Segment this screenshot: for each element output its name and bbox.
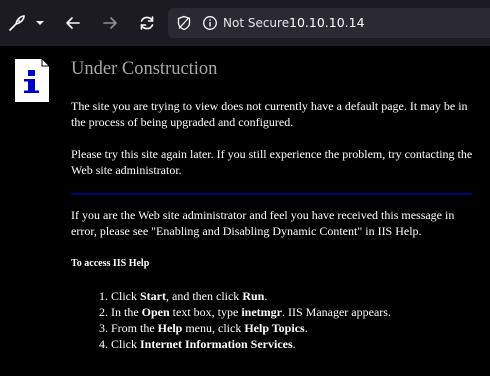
help-steps-list: 1. Click Start, and then click Run. 2. I… xyxy=(99,288,391,352)
url-text[interactable]: 10.10.10.14 xyxy=(289,15,365,31)
info-logo-icon xyxy=(14,58,50,103)
paragraph-try-again: Please try this site again later. If you… xyxy=(71,147,473,177)
back-icon[interactable] xyxy=(62,12,84,34)
dropdown-icon[interactable] xyxy=(30,12,50,34)
reload-icon[interactable] xyxy=(136,12,158,34)
list-item: 4. Click Internet Information Services. xyxy=(99,337,296,351)
list-item: 3. From the Help menu, click Help Topics… xyxy=(99,321,308,335)
list-item: 1. Click Start, and then click Run. xyxy=(99,289,268,303)
divider xyxy=(71,193,472,195)
browser-toolbar: Not Secure 10.10.10.14 xyxy=(0,0,490,46)
paragraph-no-default-page: The site you are trying to view does not… xyxy=(71,99,468,129)
address-bar[interactable]: Not Secure 10.10.10.14 xyxy=(168,8,490,38)
page-content: Under Construction The site you are tryi… xyxy=(0,46,490,376)
page-title: Under Construction xyxy=(71,59,218,79)
info-icon[interactable] xyxy=(202,15,218,31)
iis-help-heading: To access IIS Help xyxy=(71,258,150,269)
forward-icon[interactable] xyxy=(99,12,121,34)
paragraph-administrator: If you are the Web site administrator an… xyxy=(71,208,455,238)
tracking-shield-icon[interactable] xyxy=(176,15,192,31)
security-status-label[interactable]: Not Secure xyxy=(223,15,289,31)
extension-icon[interactable] xyxy=(6,12,28,34)
list-item: 2. In the Open text box, type inetmgr. I… xyxy=(99,305,391,319)
